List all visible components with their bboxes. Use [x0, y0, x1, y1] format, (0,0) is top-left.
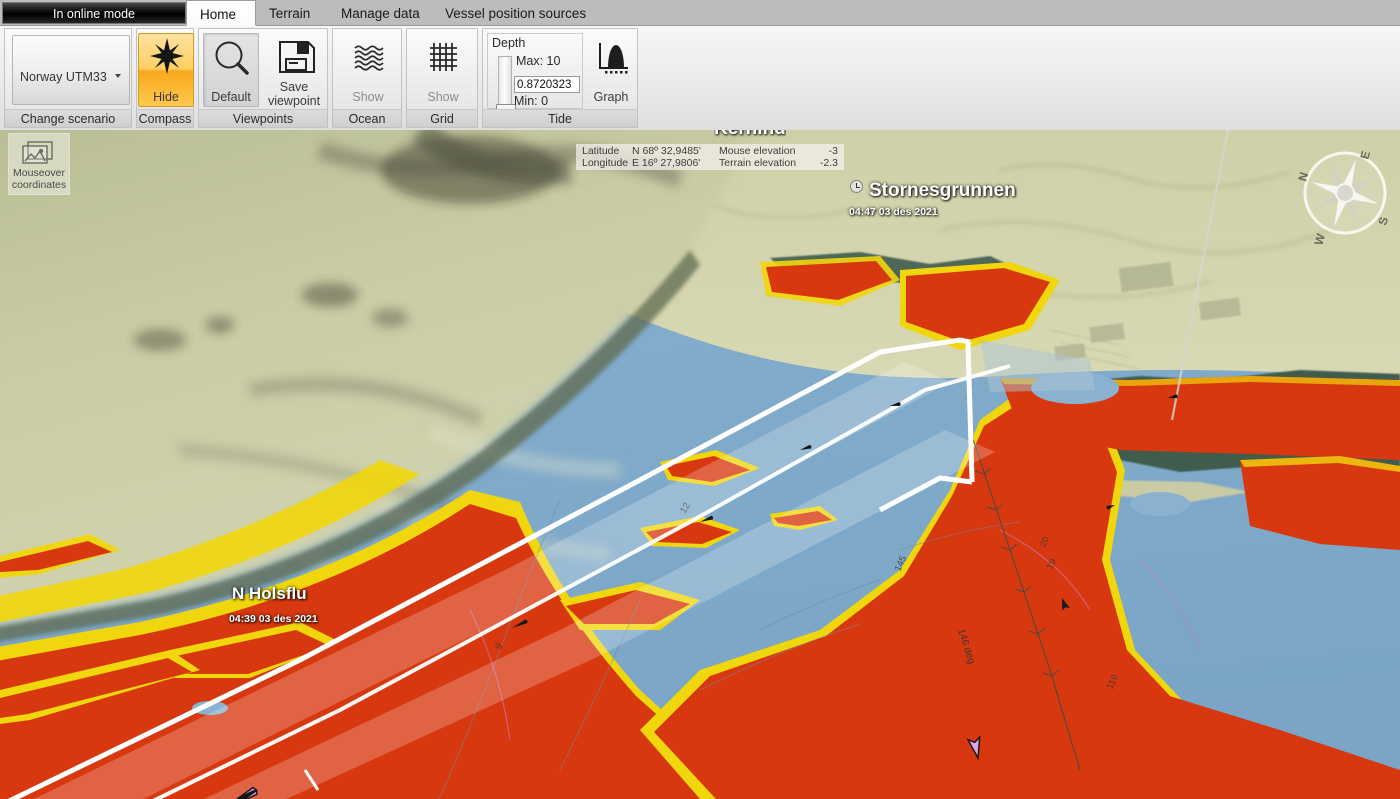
ocean-show-button[interactable]: Show	[340, 33, 396, 107]
tide-min-label: Min: 0	[514, 94, 549, 108]
terrain-elevation-value: -2.3	[819, 157, 838, 169]
group-label-ocean: Ocean	[333, 109, 401, 127]
tide-body: Depth Max: 10 0.8720323 Min: 0 Graph	[483, 29, 637, 118]
grid-show-button[interactable]: Show	[415, 33, 471, 107]
change-scenario-body: Norway UTM33	[5, 29, 131, 109]
compass-south-label: S	[1375, 215, 1391, 227]
mouseover-coordinates-label: Mouseover coordinates	[9, 167, 69, 191]
group-ocean: Show Ocean	[332, 28, 402, 128]
map-canvas: 146 deg 145 20 19 119 12 9	[0, 130, 1400, 799]
images-icon	[9, 139, 69, 167]
mouseover-coordinates-button[interactable]: Mouseover coordinates	[8, 133, 70, 195]
map-label-stornesgrunnen: Stornesgrunnen	[869, 180, 1016, 201]
save-viewpoint-label: Save viewpoint	[264, 80, 324, 108]
grid-mesh-icon	[416, 37, 470, 77]
group-change-scenario: Norway UTM33 Change scenario	[4, 28, 132, 128]
compass-star-icon	[139, 37, 193, 77]
save-viewpoint-line1: Save	[279, 80, 309, 94]
save-viewpoint-button[interactable]: Save viewpoint	[263, 33, 325, 113]
compass-west-label: W	[1311, 231, 1328, 246]
floppy-disk-icon	[264, 37, 324, 77]
map-3d-viewport[interactable]: 146 deg 145 20 19 119 12 9	[0, 130, 1400, 799]
tide-graph-button[interactable]: Graph	[587, 33, 635, 107]
clock-icon	[850, 180, 863, 193]
waves-icon	[341, 37, 395, 77]
tab-vessel-position-sources[interactable]: Vessel position sources	[432, 0, 599, 26]
map-label-n-holsflu: N Holsflu	[232, 584, 307, 603]
coordinate-readout-panel: Latitude N 68º 32,9485' Longitude E 16º …	[576, 144, 844, 170]
compass-hide-button[interactable]: Hide	[138, 33, 194, 107]
tab-terrain[interactable]: Terrain	[256, 0, 323, 26]
tab-strip: In online mode Home Terrain Manage data …	[0, 0, 1400, 26]
magnifier-icon	[204, 37, 258, 77]
compass-north-label: N	[1295, 171, 1311, 183]
ocean-body: Show	[333, 29, 401, 109]
longitude-label: Longitude	[582, 157, 629, 169]
default-viewpoint-button[interactable]: Default	[203, 33, 259, 107]
chevron-down-icon	[115, 74, 121, 78]
longitude-value: E 16º 27,9806'	[632, 157, 701, 169]
map-time-n-holsflu: 04:39 03 des 2021	[229, 613, 318, 625]
latitude-label: Latitude	[582, 145, 620, 157]
online-mode-indicator: In online mode	[2, 2, 186, 24]
tide-depth-label: Depth	[492, 36, 526, 50]
tab-manage-data[interactable]: Manage data	[328, 0, 433, 26]
tide-depth-box: Depth Max: 10 0.8720323 Min: 0	[487, 33, 583, 118]
mouse-elevation-value: -3	[828, 145, 838, 157]
group-tide: Depth Max: 10 0.8720323 Min: 0 Graph Tid…	[482, 28, 638, 128]
tide-max-label: Max: 10	[516, 54, 561, 68]
tide-value-field[interactable]: 0.8720323	[514, 76, 580, 93]
mouseover-line2: coordinates	[11, 178, 67, 191]
compass-body: Hide	[137, 29, 194, 109]
ribbon: In online mode Home Terrain Manage data …	[0, 0, 1400, 130]
group-viewpoints: Default Save viewpoint Viewpoints	[198, 28, 328, 128]
save-viewpoint-line2: viewpoint	[267, 94, 321, 108]
map-time-stornesgrunnen: 04:47 03 des 2021	[849, 206, 938, 218]
ocean-show-label: Show	[352, 90, 384, 104]
compass-hide-label: Hide	[153, 90, 179, 104]
terrain-elevation-label: Terrain elevation	[719, 157, 797, 169]
scenario-value: Norway UTM33	[20, 70, 107, 84]
group-label-change-scenario: Change scenario	[5, 109, 131, 127]
grid-body: Show	[407, 29, 477, 109]
group-compass: Hide Compass	[136, 28, 194, 128]
latitude-value: N 68º 32,9485'	[632, 145, 701, 157]
viewpoints-body: Default Save viewpoint	[199, 29, 327, 109]
group-grid: Show Grid	[406, 28, 478, 128]
tab-home[interactable]: Home	[186, 0, 256, 26]
grid-show-label: Show	[427, 90, 459, 104]
compass-rose-icon: N E S W	[1290, 138, 1400, 248]
scenario-dropdown[interactable]: Norway UTM33	[12, 35, 130, 105]
default-viewpoint-label: Default	[211, 90, 251, 104]
group-label-compass: Compass	[137, 109, 193, 127]
group-label-viewpoints: Viewpoints	[199, 109, 327, 127]
bar-graph-icon	[588, 37, 634, 77]
group-label-tide: Tide	[483, 109, 637, 127]
mouseover-line1: Mouseover	[13, 167, 65, 179]
tide-graph-label: Graph	[593, 90, 629, 104]
tide-slider[interactable]	[496, 56, 516, 118]
mouse-elevation-label: Mouse elevation	[719, 145, 796, 157]
group-label-grid: Grid	[407, 109, 477, 127]
